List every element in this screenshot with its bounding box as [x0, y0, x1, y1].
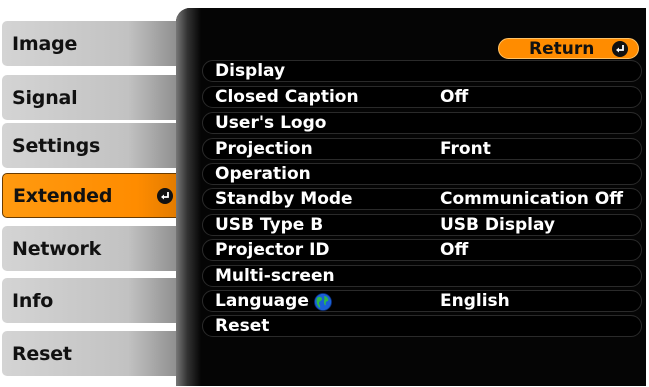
option-label: Standby Mode	[215, 189, 353, 209]
option-label: Operation	[215, 164, 311, 184]
option-row-display[interactable]: Display	[202, 60, 642, 82]
option-row-closed-caption[interactable]: Closed Caption Off	[202, 86, 642, 108]
panel-shade	[176, 8, 201, 386]
option-label: Projection	[215, 139, 313, 159]
option-label: Language	[215, 291, 309, 311]
menu-item-label: Extended	[13, 184, 113, 207]
option-row-projection[interactable]: Projection Front	[202, 138, 642, 160]
left-menu: Image Signal Settings Extended Network I…	[0, 0, 186, 387]
menu-item-info[interactable]: Info	[2, 278, 182, 323]
menu-item-settings[interactable]: Settings	[2, 123, 182, 168]
option-label: User's Logo	[215, 113, 327, 133]
option-label: Display	[215, 61, 286, 81]
option-label: Projector ID	[215, 240, 330, 260]
option-label: Reset	[215, 316, 270, 336]
option-value: Off	[440, 87, 469, 107]
menu-item-label: Reset	[12, 342, 72, 365]
globe-icon	[314, 293, 332, 311]
menu-item-label: Image	[12, 32, 78, 55]
menu-item-label: Info	[12, 289, 54, 312]
option-label: Closed Caption	[215, 87, 359, 107]
option-value: English	[440, 291, 510, 311]
enter-icon	[157, 187, 173, 204]
option-row-usb-type-b[interactable]: USB Type B USB Display	[202, 214, 642, 236]
menu-item-signal[interactable]: Signal	[2, 75, 182, 120]
option-label: Multi-screen	[215, 266, 335, 286]
option-row-operation[interactable]: Operation	[202, 163, 642, 185]
menu-item-label: Settings	[12, 134, 101, 157]
menu-item-network[interactable]: Network	[2, 226, 182, 271]
menu-item-label: Signal	[12, 86, 78, 109]
option-value: Communication Off	[440, 189, 624, 209]
option-row-standby-mode[interactable]: Standby Mode Communication Off	[202, 188, 642, 210]
menu-item-reset[interactable]: Reset	[2, 331, 182, 376]
option-value: USB Display	[440, 215, 556, 235]
option-value: Off	[440, 240, 469, 260]
menu-item-label: Network	[12, 237, 102, 260]
option-row-reset[interactable]: Reset	[202, 315, 642, 337]
option-row-multi-screen[interactable]: Multi-screen	[202, 265, 642, 287]
enter-icon	[612, 40, 628, 57]
option-row-projector-id[interactable]: Projector ID Off	[202, 239, 642, 261]
option-value: Front	[440, 139, 491, 159]
menu-item-extended[interactable]: Extended	[2, 173, 182, 218]
option-row-users-logo[interactable]: User's Logo	[202, 112, 642, 134]
menu-item-image[interactable]: Image	[2, 21, 182, 66]
option-label: USB Type B	[215, 215, 324, 235]
return-button-label: Return	[529, 38, 595, 59]
option-row-language[interactable]: Language English	[202, 290, 642, 312]
return-button[interactable]: Return	[498, 38, 639, 59]
